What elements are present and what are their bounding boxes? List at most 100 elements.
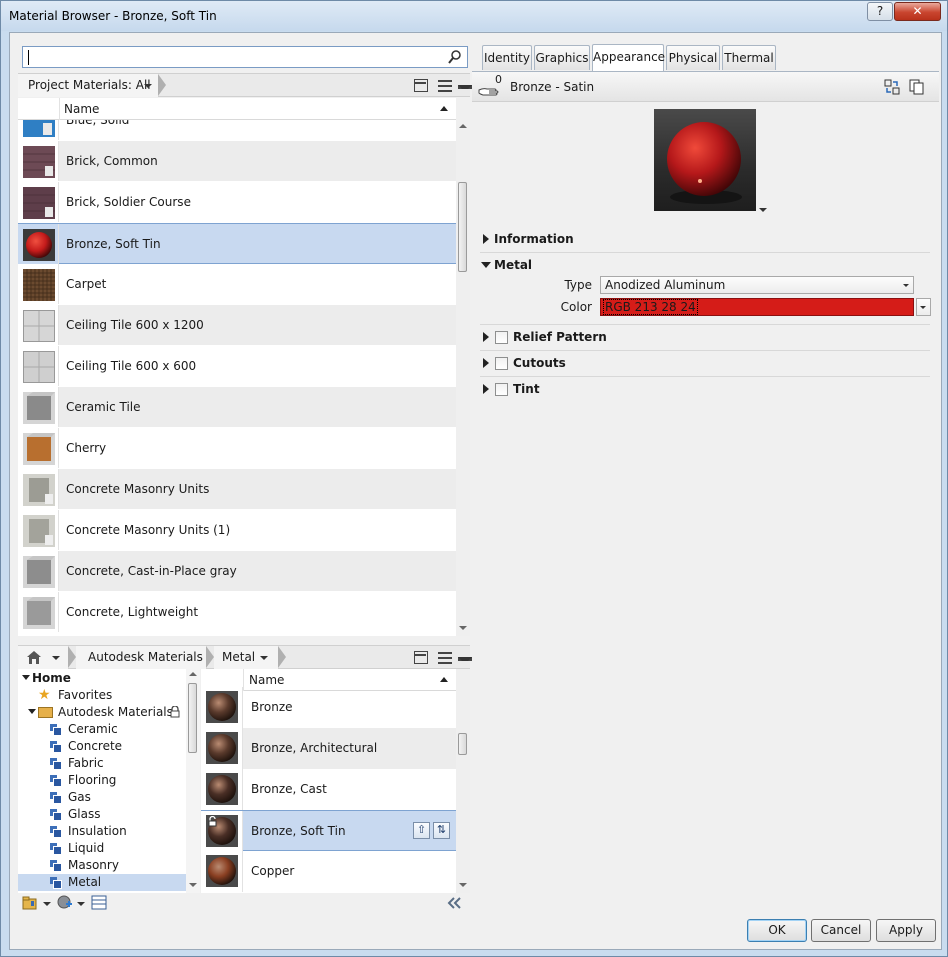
- library-crumb[interactable]: Autodesk Materials: [76, 646, 214, 669]
- ok-button[interactable]: OK: [747, 919, 807, 942]
- relief-pattern-checkbox[interactable]: [495, 331, 508, 344]
- scroll-up-icon[interactable]: [189, 672, 197, 676]
- tree-item[interactable]: Gas: [18, 789, 188, 806]
- tab-identity[interactable]: Identity: [482, 45, 532, 70]
- library-material-row[interactable]: Bronze, Architectural: [201, 728, 456, 769]
- tab-graphics[interactable]: Graphics: [534, 45, 590, 70]
- tab-thermal[interactable]: Thermal: [722, 45, 776, 70]
- close-button[interactable]: ✕: [894, 2, 941, 21]
- tree-item[interactable]: Masonry: [18, 857, 188, 874]
- category-crumb[interactable]: Metal: [214, 646, 286, 669]
- relief-pattern-section[interactable]: Relief Pattern: [480, 327, 930, 349]
- library-view-toggle-button[interactable]: [412, 649, 430, 667]
- relief-pattern-label: Relief Pattern: [513, 330, 607, 344]
- expanded-arrow-icon[interactable]: [28, 709, 36, 714]
- scroll-down-icon[interactable]: [459, 626, 467, 630]
- tree-item-label: Gas: [68, 790, 91, 804]
- project-material-row[interactable]: Ceiling Tile 600 x 1200: [18, 305, 456, 346]
- tab-physical[interactable]: Physical: [666, 45, 720, 70]
- tree-item[interactable]: Autodesk Materials: [18, 704, 188, 721]
- project-material-row[interactable]: Concrete, Lightweight: [18, 592, 456, 633]
- apply-button[interactable]: Apply: [876, 919, 936, 942]
- cancel-button[interactable]: Cancel: [811, 919, 871, 942]
- project-material-row[interactable]: Brick, Soldier Course: [18, 182, 456, 223]
- tree-item[interactable]: Flooring: [18, 772, 188, 789]
- color-options-dropdown[interactable]: [916, 298, 931, 316]
- library-material-row[interactable]: Copper: [201, 851, 456, 892]
- list-line: [438, 90, 452, 92]
- project-material-row[interactable]: Carpet: [18, 264, 456, 305]
- tab-appearance[interactable]: Appearance: [592, 44, 665, 71]
- collapse-left-icon[interactable]: [446, 896, 462, 910]
- scroll-down-icon[interactable]: [189, 883, 197, 887]
- project-column-header[interactable]: Name: [18, 98, 456, 120]
- tint-section[interactable]: Tint: [480, 379, 930, 401]
- information-section[interactable]: Information: [480, 229, 930, 251]
- library-scrollbar[interactable]: [456, 669, 470, 893]
- tree-item[interactable]: Fabric: [18, 755, 188, 772]
- type-dropdown[interactable]: Anodized Aluminum: [600, 276, 914, 294]
- library-folder-icon[interactable]: [22, 895, 40, 911]
- replace-asset-icon[interactable]: [884, 79, 900, 95]
- search-icon[interactable]: [447, 49, 463, 65]
- tree-item[interactable]: Liquid: [18, 840, 188, 857]
- metal-section[interactable]: Metal: [480, 255, 930, 277]
- collapse-arrow-icon: [481, 262, 491, 268]
- tree-scrollbar[interactable]: [186, 669, 200, 893]
- project-material-row[interactable]: Ceiling Tile 600 x 600: [18, 346, 456, 387]
- project-material-row[interactable]: Cherry: [18, 428, 456, 469]
- material-thumbnail: [23, 310, 55, 342]
- view-toggle-button[interactable]: [412, 77, 430, 95]
- create-material-icon[interactable]: [56, 894, 74, 911]
- project-material-row[interactable]: Concrete Masonry Units (1): [18, 510, 456, 551]
- home-crumb[interactable]: [18, 646, 76, 669]
- toggle-editor-icon[interactable]: [91, 895, 107, 910]
- project-material-row[interactable]: Concrete, Cast-in-Place gray: [18, 551, 456, 592]
- chevron-down-icon: [920, 306, 926, 309]
- library-material-row[interactable]: Bronze: [201, 687, 456, 728]
- tree-item[interactable]: Insulation: [18, 823, 188, 840]
- color-field[interactable]: RGB 213 28 24: [600, 298, 914, 316]
- add-to-document-button[interactable]: ⇧: [413, 822, 430, 839]
- material-thumbnail: [206, 732, 238, 764]
- project-material-row[interactable]: Bronze, Soft Tin: [18, 223, 456, 264]
- tree-item[interactable]: ★ Favorites: [18, 687, 188, 704]
- tree-item[interactable]: Metal: [18, 874, 188, 891]
- list-options-button[interactable]: [436, 77, 472, 95]
- scroll-thumb[interactable]: [458, 182, 467, 272]
- scroll-up-icon[interactable]: [459, 124, 467, 128]
- cutouts-section[interactable]: Cutouts: [480, 353, 930, 375]
- window-title: Material Browser - Bronze, Soft Tin: [9, 9, 217, 23]
- project-list-scrollbar[interactable]: [456, 120, 470, 636]
- tree-item[interactable]: Ceramic: [18, 721, 188, 738]
- project-material-row[interactable]: Brick, Common: [18, 141, 456, 182]
- scroll-down-icon[interactable]: [459, 883, 467, 887]
- scroll-thumb[interactable]: [188, 683, 197, 753]
- project-filter-dropdown[interactable]: Project Materials: All: [18, 74, 166, 97]
- help-button[interactable]: ?: [867, 2, 893, 21]
- tree-item[interactable]: Glass: [18, 806, 188, 823]
- thumbnail-cell: [201, 728, 243, 769]
- library-list-options-button[interactable]: [436, 649, 472, 667]
- project-material-row[interactable]: Concrete Masonry Units: [18, 469, 456, 510]
- scroll-thumb[interactable]: [458, 733, 467, 755]
- preview-options-icon[interactable]: [759, 208, 767, 212]
- tint-checkbox[interactable]: [495, 383, 508, 396]
- tree-item-label: Masonry: [68, 858, 119, 872]
- library-material-row[interactable]: Bronze, Cast: [201, 769, 456, 810]
- project-material-row[interactable]: Ceramic Tile: [18, 387, 456, 428]
- chevron-down-icon[interactable]: [43, 902, 51, 906]
- tree-item[interactable]: Home: [18, 670, 188, 687]
- library-material-row[interactable]: Bronze, Soft Tin ⇧ ⇅: [201, 810, 456, 852]
- expanded-arrow-icon[interactable]: [22, 675, 30, 680]
- tree-item[interactable]: Concrete: [18, 738, 188, 755]
- duplicate-asset-icon[interactable]: [909, 79, 925, 95]
- project-material-row[interactable]: Blue, Solid: [18, 120, 456, 141]
- chevron-down-icon: [52, 656, 60, 660]
- chevron-down-icon[interactable]: [77, 902, 85, 906]
- search-input[interactable]: [22, 46, 468, 68]
- thumbnail-cell: [201, 769, 243, 810]
- replace-in-document-button[interactable]: ⇅: [433, 822, 450, 839]
- material-name: Concrete Masonry Units (1): [66, 523, 231, 537]
- cutouts-checkbox[interactable]: [495, 357, 508, 370]
